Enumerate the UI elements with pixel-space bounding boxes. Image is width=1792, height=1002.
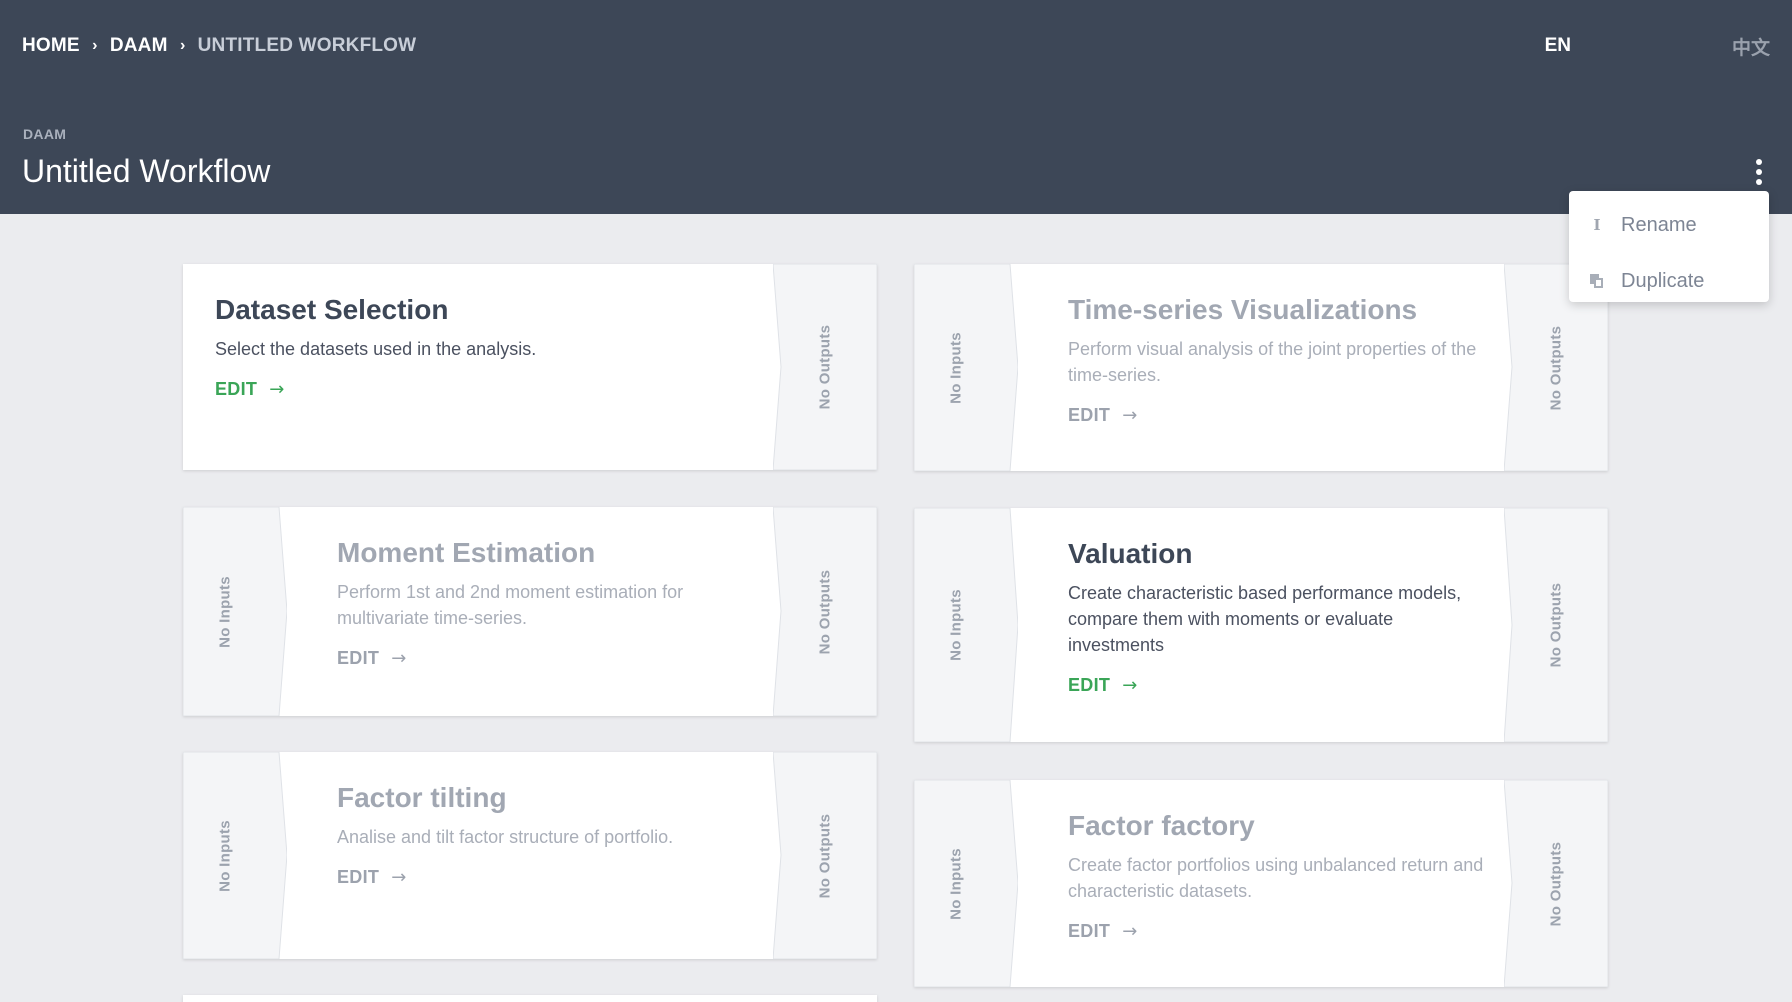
- edit-label: EDIT: [215, 379, 258, 399]
- outputs-port: No Outputs: [773, 264, 877, 470]
- card-content: Dataset Selection Select the datasets us…: [215, 264, 755, 400]
- workflow-card-moment-estimation: No Inputs No Outputs Moment Estimation P…: [183, 507, 877, 716]
- outputs-label: No Outputs: [1547, 582, 1565, 668]
- inputs-port: No Inputs: [914, 780, 1018, 987]
- arrow-right-icon: →: [269, 379, 285, 400]
- inputs-label: No Inputs: [216, 575, 234, 648]
- edit-label: EDIT: [1068, 675, 1111, 695]
- outputs-port: No Outputs: [1504, 508, 1608, 742]
- page-subtitle: DAAM: [23, 126, 67, 142]
- edit-label: EDIT: [337, 867, 380, 887]
- card-description: Select the datasets used in the analysis…: [215, 339, 537, 359]
- card-title: Dataset Selection: [215, 294, 449, 325]
- outputs-port: No Outputs: [1504, 780, 1608, 987]
- card-description: Perform 1st and 2nd moment estimation fo…: [337, 582, 684, 628]
- outputs-label: No Outputs: [816, 324, 834, 410]
- menu-item-label: Duplicate: [1621, 269, 1705, 292]
- workflow-card-dataset-selection: No Outputs Dataset Selection Select the …: [183, 264, 877, 470]
- card-description: Create factor portfolios using unbalance…: [1068, 855, 1484, 901]
- card-description: Create characteristic based performance …: [1068, 583, 1462, 655]
- breadcrumb-home[interactable]: HOME: [22, 35, 80, 57]
- card-title: Factor factory: [1068, 810, 1255, 841]
- arrow-right-icon: →: [1122, 675, 1138, 696]
- chevron-right-icon: ›: [179, 37, 186, 54]
- edit-button[interactable]: EDIT →: [337, 867, 407, 888]
- outputs-port: No Outputs: [773, 752, 877, 959]
- breadcrumb-daam[interactable]: DAAM: [110, 35, 168, 57]
- card-content: Moment Estimation Perform 1st and 2nd mo…: [337, 507, 757, 669]
- options-menu: I Rename Duplicate: [1569, 191, 1769, 302]
- edit-label: EDIT: [337, 648, 380, 668]
- card-title: Time-series Visualizations: [1068, 294, 1418, 325]
- card-content: Factor tilting Analise and tilt factor s…: [337, 752, 757, 888]
- card-title: Factor tilting: [337, 782, 507, 813]
- menu-item-label: Rename: [1621, 213, 1697, 236]
- inputs-label: No Inputs: [947, 589, 965, 661]
- card-title: Moment Estimation: [337, 537, 596, 568]
- menu-item-duplicate[interactable]: Duplicate: [1569, 253, 1769, 309]
- outputs-label: No Outputs: [1547, 325, 1565, 410]
- arrow-right-icon: →: [1122, 405, 1138, 426]
- menu-item-rename[interactable]: I Rename: [1569, 197, 1769, 253]
- card-content: Valuation Create characteristic based pe…: [1068, 508, 1488, 696]
- inputs-port: No Inputs: [183, 752, 287, 959]
- workflow-card-time-series-visualizations: No Inputs No Outputs Time-series Visuali…: [914, 264, 1608, 471]
- breadcrumb-current: UNTITLED WORKFLOW: [197, 35, 417, 56]
- outputs-label: No Outputs: [816, 569, 834, 654]
- copy-icon: [1589, 273, 1605, 289]
- language-zh-button[interactable]: 中文: [1732, 34, 1770, 59]
- edit-button[interactable]: EDIT →: [1068, 405, 1138, 426]
- arrow-right-icon: →: [391, 867, 407, 888]
- more-options-icon[interactable]: [1747, 156, 1771, 188]
- workflow-card-factor-factory: No Inputs No Outputs Factor factory Crea…: [914, 780, 1608, 987]
- edit-button[interactable]: EDIT →: [337, 648, 407, 669]
- text-cursor-icon: I: [1593, 216, 1601, 234]
- language-en-button[interactable]: EN: [1545, 34, 1571, 58]
- outputs-label: No Outputs: [816, 813, 834, 898]
- edit-button[interactable]: EDIT →: [1068, 921, 1138, 942]
- page-title: Untitled Workflow: [22, 153, 271, 189]
- card-title: Valuation: [1068, 538, 1193, 569]
- inputs-port: No Inputs: [914, 264, 1018, 471]
- arrow-right-icon: →: [1122, 921, 1138, 942]
- workflow-card-valuation: No Inputs No Outputs Valuation Create ch…: [914, 508, 1608, 742]
- edit-button[interactable]: EDIT →: [215, 379, 285, 400]
- chevron-right-icon: ›: [92, 37, 98, 54]
- card-content: Time-series Visualizations Perform visua…: [1068, 264, 1488, 426]
- arrow-right-icon: →: [391, 648, 407, 669]
- inputs-label: No Inputs: [216, 819, 234, 892]
- workflow-card-partial: [183, 995, 877, 1002]
- edit-label: EDIT: [1068, 405, 1111, 425]
- inputs-label: No Inputs: [947, 331, 965, 404]
- inputs-port: No Inputs: [914, 508, 1018, 742]
- top-header: HOME › DAAM › UNTITLED WORKFLOW EN 中文 DA…: [0, 0, 1792, 214]
- edit-button[interactable]: EDIT →: [1068, 675, 1138, 696]
- outputs-label: No Outputs: [1547, 841, 1565, 926]
- outputs-port: No Outputs: [773, 507, 877, 716]
- card-description: Perform visual analysis of the joint pro…: [1068, 339, 1477, 385]
- card-description: Analise and tilt factor structure of por…: [337, 827, 674, 847]
- workflow-card-factor-tilting: No Inputs No Outputs Factor tilting Anal…: [183, 752, 877, 959]
- breadcrumb: HOME › DAAM › UNTITLED WORKFLOW: [22, 34, 416, 58]
- inputs-port: No Inputs: [183, 507, 287, 716]
- inputs-label: No Inputs: [947, 847, 965, 920]
- edit-label: EDIT: [1068, 921, 1111, 941]
- card-content: Factor factory Create factor portfolios …: [1068, 780, 1488, 942]
